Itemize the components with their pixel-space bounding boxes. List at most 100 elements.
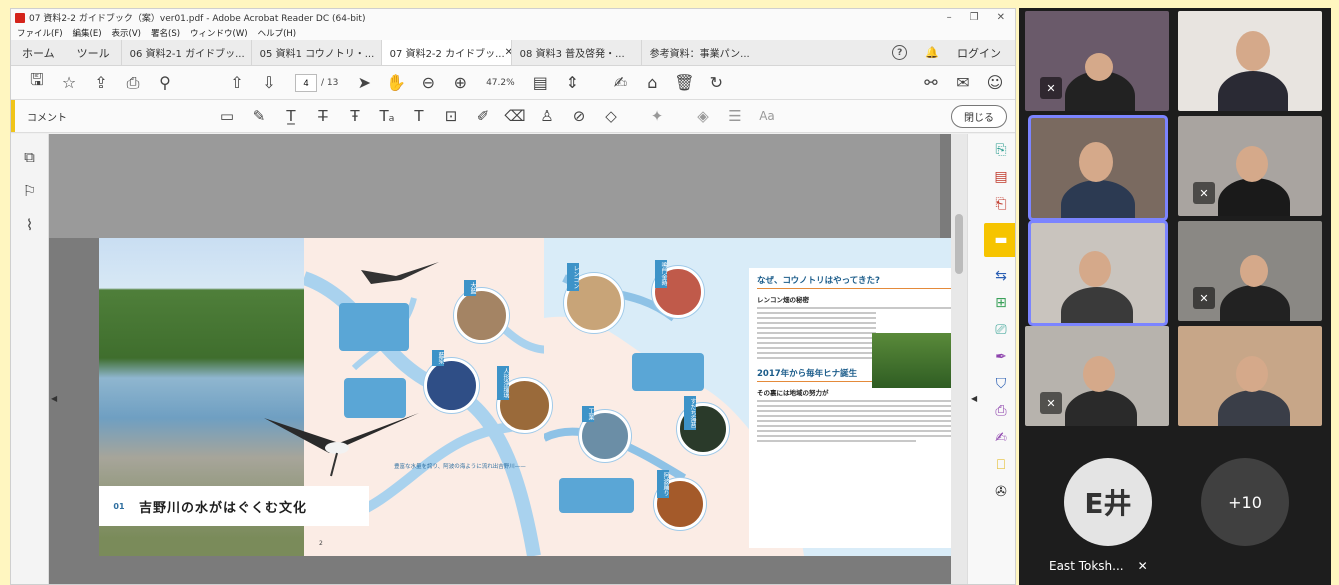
zoom-out-icon[interactable]: ⊖: [412, 73, 444, 92]
customize-tools-icon[interactable]: ✇: [995, 484, 1007, 500]
compress-pdf-icon[interactable]: ⊞: [995, 295, 1007, 311]
text-comment-icon[interactable]: T: [403, 107, 435, 125]
rotate-icon[interactable]: ↻: [700, 73, 732, 92]
page-layout-icon[interactable]: ▤: [524, 73, 556, 92]
email-icon[interactable]: ✉: [947, 73, 979, 92]
menu-view[interactable]: 表示(V): [112, 27, 141, 39]
tab-tools[interactable]: ツール: [66, 40, 121, 65]
doc-tab-label: 参考資料：事業パン...: [649, 49, 750, 60]
menu-sign[interactable]: 署名(S): [151, 27, 180, 39]
share-user-icon[interactable]: ☺: [979, 73, 1011, 92]
font-size-icon[interactable]: Aa: [751, 109, 783, 123]
search-icon[interactable]: ⚲: [149, 73, 181, 92]
upload-cloud-icon[interactable]: ⇪: [85, 73, 117, 92]
print-icon[interactable]: ⎙: [117, 73, 149, 93]
export-pdf-icon[interactable]: ⎘: [995, 142, 1006, 158]
scroll-thumb[interactable]: [955, 214, 963, 274]
article-subheading-2: その裏には地域の努力が: [757, 389, 829, 397]
highlight-icon[interactable]: ✎: [243, 107, 275, 125]
zoom-in-icon[interactable]: ⊕: [444, 73, 476, 92]
doc-tab-08[interactable]: 08 資料3 普及啓発・...: [510, 40, 641, 65]
login-button[interactable]: ログイン: [957, 45, 1001, 61]
pin-icon[interactable]: ✦: [641, 107, 673, 125]
maximize-button[interactable]: ❐: [970, 12, 979, 23]
insert-text-icon[interactable]: Tₐ: [371, 107, 403, 125]
combine-files-icon[interactable]: ⇆: [995, 268, 1007, 284]
bookmarks-icon[interactable]: ⚐: [23, 182, 36, 200]
more-tools-icon[interactable]: ⎕: [997, 457, 1005, 473]
close-window-button[interactable]: ✕: [997, 12, 1005, 23]
participant-avatar[interactable]: E井: [1064, 458, 1152, 546]
help-icon[interactable]: ?: [892, 45, 908, 60]
select-cursor-icon[interactable]: ➤: [348, 73, 380, 92]
underline-text-icon[interactable]: T̲: [275, 107, 307, 125]
prev-page-icon[interactable]: ⇧: [221, 73, 253, 92]
page-number-left: 2: [319, 540, 323, 547]
scroll-mode-icon[interactable]: ⇕: [556, 73, 588, 92]
bookmark-star-icon[interactable]: ☆: [53, 73, 85, 92]
document-scrollbar[interactable]: [951, 134, 967, 584]
desktop-frame: 07 資料2-2 ガイドブック（案）ver01.pdf - Adobe Acro…: [0, 0, 1339, 585]
delete-icon[interactable]: 🗑: [668, 73, 700, 92]
minimize-button[interactable]: –: [947, 12, 952, 23]
protect-icon[interactable]: ⛉: [996, 376, 1007, 392]
scan-icon[interactable]: ⎚: [995, 322, 1006, 338]
left-navigation-rail: ⧉ ⚐ ⌇: [11, 134, 49, 584]
link-share-icon[interactable]: ⚯: [915, 73, 947, 92]
comment-tool-icon[interactable]: ▬: [984, 223, 1015, 257]
video-tile-1[interactable]: ✕: [1025, 11, 1169, 111]
video-tile-7[interactable]: ✕: [1025, 326, 1169, 426]
edit-pdf-icon[interactable]: ⎙: [995, 403, 1006, 419]
replace-text-icon[interactable]: Ŧ: [339, 107, 371, 125]
chapter-title-block: 01 吉野川の水がはぐくむ文化: [99, 486, 369, 526]
tab-home[interactable]: ホーム: [11, 40, 66, 65]
doc-tab-06[interactable]: 06 資料2-1 ガイドブッ...: [120, 40, 251, 65]
video-tile-4[interactable]: ✕: [1178, 116, 1322, 216]
save-icon[interactable]: 🖫: [21, 69, 53, 96]
sign-icon[interactable]: ✍: [604, 73, 636, 92]
attachments-icon[interactable]: ⌇: [26, 216, 33, 234]
doc-tab-07[interactable]: 07 資料2-2 カイドブッ...✕: [380, 40, 511, 65]
pencil-icon[interactable]: ✐: [467, 107, 499, 125]
sticky-note-icon[interactable]: ▭: [211, 107, 243, 125]
video-tile-2[interactable]: [1178, 11, 1322, 111]
video-tile-8[interactable]: [1178, 326, 1322, 426]
doc-tab-reference[interactable]: 参考資料：事業パン...: [640, 40, 771, 65]
video-tile-5[interactable]: [1031, 223, 1165, 323]
page-input[interactable]: [295, 73, 317, 92]
shapes-icon[interactable]: ◇: [595, 107, 627, 125]
stamp-tool-icon[interactable]: ♙: [531, 107, 563, 125]
menu-window[interactable]: ウィンドウ(W): [190, 27, 248, 39]
create-pdf-icon[interactable]: ⎗: [995, 196, 1006, 212]
next-page-icon[interactable]: ⇩: [253, 73, 285, 92]
doc-tab-05[interactable]: 05 資料1 コウノトリ・...: [250, 40, 381, 65]
strikethrough-text-icon[interactable]: T̶: [307, 107, 339, 125]
video-tile-3[interactable]: [1031, 118, 1165, 218]
bell-icon[interactable]: 🔔: [925, 46, 939, 59]
more-participants-button[interactable]: +10: [1201, 458, 1289, 546]
eraser-icon[interactable]: ⌫: [499, 107, 531, 125]
page-thumbnails-icon[interactable]: ⧉: [24, 148, 35, 166]
text-box-icon[interactable]: ⊡: [435, 107, 467, 125]
organize-pages-icon[interactable]: ▤: [994, 169, 1007, 185]
fill-sign-icon[interactable]: ✒: [995, 349, 1007, 365]
fill-color-icon[interactable]: ◈: [687, 107, 719, 125]
chapter-title: 吉野川の水がはぐくむ文化: [139, 500, 308, 516]
collapse-right-icon[interactable]: ◀: [971, 394, 977, 403]
video-tile-6[interactable]: ✕: [1178, 221, 1322, 321]
menu-file[interactable]: ファイル(F): [17, 27, 63, 39]
collapse-left-icon[interactable]: ◀: [51, 394, 57, 403]
menu-help[interactable]: ヘルプ(H): [258, 27, 297, 39]
hand-tool-icon[interactable]: ✋: [380, 73, 412, 92]
request-signature-icon[interactable]: ✍: [995, 430, 1007, 446]
line-width-icon[interactable]: ☰: [719, 107, 751, 125]
doc-tab-label: 08 資料3 普及啓発・...: [519, 49, 625, 60]
attach-icon[interactable]: ⊘: [563, 107, 595, 125]
doc-tab-label: 06 資料2-1 ガイドブッ...: [129, 49, 245, 60]
menu-edit[interactable]: 編集(E): [73, 27, 102, 39]
document-viewport[interactable]: ◀ 2 3: [49, 134, 990, 584]
mic-muted-icon: ✕: [1040, 392, 1062, 414]
close-comment-button[interactable]: 閉じる: [951, 104, 1007, 128]
zoom-level[interactable]: 47.2%: [476, 78, 524, 88]
stamp-icon[interactable]: ⌂: [636, 73, 668, 92]
